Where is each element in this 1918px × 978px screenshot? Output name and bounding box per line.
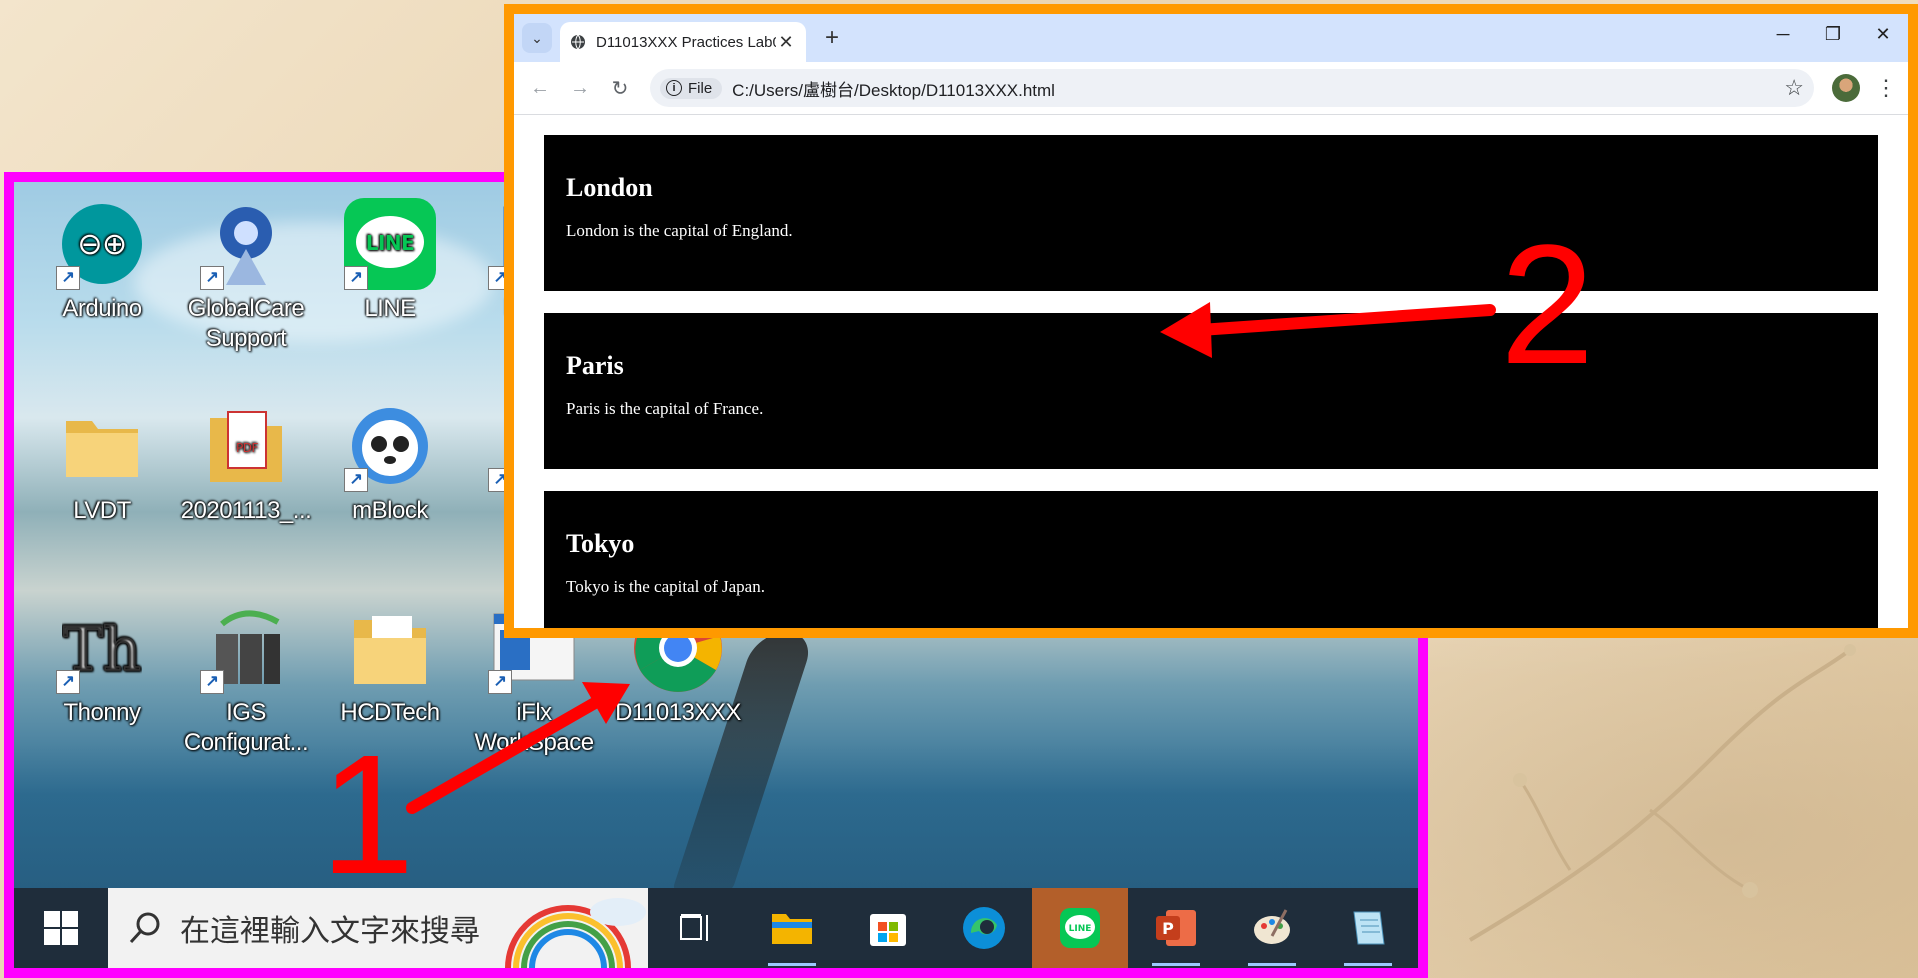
svg-text:⊖⊕: ⊖⊕ — [77, 227, 126, 262]
svg-text:PDF: PDF — [236, 441, 258, 455]
tab-strip: ⌄ D11013XXX Practices Lab019 ✕ + ─ ❐ ✕ — [514, 14, 1908, 62]
desktop-icon-globalcare[interactable]: ↗ GlobalCare Support — [176, 198, 316, 354]
city-heading: Tokyo — [566, 529, 635, 558]
city-card-london: London London is the capital of England. — [544, 135, 1878, 291]
tab-active[interactable]: D11013XXX Practices Lab019 ✕ — [560, 22, 806, 62]
back-button[interactable]: ← — [520, 68, 560, 108]
tab-close-icon[interactable]: ✕ — [776, 32, 796, 53]
window-controls: ─ ❐ ✕ — [1758, 14, 1908, 62]
background-branch-decoration — [1468, 644, 1856, 942]
browser-menu-icon[interactable]: ⋮ — [1874, 75, 1898, 101]
windows-icon — [44, 911, 78, 945]
tab-search-button[interactable]: ⌄ — [522, 23, 552, 53]
desktop-icon-lvdt[interactable]: LVDT — [32, 400, 172, 526]
svg-text:LINE: LINE — [1069, 924, 1092, 934]
file-explorer-button[interactable] — [744, 888, 840, 968]
arrow-right-icon: → — [570, 76, 590, 99]
line-icon: LINE ↗ — [344, 198, 436, 290]
desktop-icon-arduino[interactable]: ⊖⊕ ↗ Arduino — [32, 198, 172, 324]
chip-label: File — [688, 79, 713, 97]
city-description: London is the capital of England. — [566, 221, 793, 240]
city-heading: Paris — [566, 351, 624, 380]
url-text: C:/Users/盧樹台/Desktop/D11013XXX.html — [732, 80, 1055, 100]
reload-icon: ↻ — [611, 77, 629, 100]
store-button[interactable] — [840, 888, 936, 968]
close-window-button[interactable]: ✕ — [1858, 14, 1908, 54]
city-card-paris: Paris Paris is the capital of France. — [544, 313, 1878, 469]
mblock-icon: ↗ — [344, 400, 436, 492]
desktop-icon-thonny[interactable]: Th ↗ Thonny — [32, 602, 172, 728]
arrow-left-icon: ← — [530, 76, 550, 99]
globalcare-icon: ↗ — [200, 198, 292, 290]
powerpoint-button[interactable]: P — [1128, 888, 1224, 968]
restore-button[interactable]: ❐ — [1808, 14, 1858, 54]
city-description: Tokyo is the capital of Japan. — [566, 577, 765, 596]
taskbar: 在這裡輸入文字來搜尋 LINE P — [14, 888, 1418, 968]
notepad-icon — [1353, 911, 1385, 945]
desktop-icon-20201113[interactable]: PDF 20201113_... — [176, 400, 316, 526]
svg-text:P: P — [1162, 919, 1174, 938]
annotation-number-2: 2 — [1500, 210, 1595, 400]
page-content: London London is the capital of England.… — [514, 115, 1908, 628]
new-tab-button[interactable]: + — [818, 24, 846, 52]
arduino-icon: ⊖⊕ ↗ — [56, 198, 148, 290]
chevron-down-icon: ⌄ — [531, 29, 543, 46]
store-icon — [870, 914, 906, 946]
browser-window: ⌄ D11013XXX Practices Lab019 ✕ + ─ ❐ ✕ ←… — [504, 4, 1918, 638]
igs-icon: ↗ — [200, 602, 292, 694]
globe-icon — [571, 34, 585, 50]
reload-button[interactable]: ↻ — [600, 68, 640, 108]
line-taskbar-button[interactable]: LINE — [1032, 888, 1128, 968]
folder-icon — [56, 400, 148, 492]
forward-button[interactable]: → — [560, 68, 600, 108]
desktop-icon-igs[interactable]: ↗ IGS Configurat... — [176, 602, 316, 758]
search-placeholder: 在這裡輸入文字來搜尋 — [180, 915, 480, 948]
paint-icon — [1254, 909, 1290, 944]
thonny-icon: Th ↗ — [56, 602, 148, 694]
start-button[interactable] — [14, 888, 108, 968]
tab-title: D11013XXX Practices Lab019 — [596, 33, 776, 51]
pdf-folder-icon: PDF — [200, 400, 292, 492]
powerpoint-icon: P — [1156, 910, 1196, 946]
bookmark-star-icon[interactable]: ☆ — [1784, 75, 1804, 101]
browser-toolbar: ← → ↻ i File C:/Users/盧樹台/Desktop/D11013X… — [514, 62, 1908, 115]
rainbow-decoration — [505, 898, 646, 968]
info-icon: i — [666, 80, 682, 96]
line-icon: LINE — [1060, 908, 1100, 948]
city-heading: London — [566, 173, 653, 202]
task-view-icon — [680, 914, 708, 941]
desktop-icon-line[interactable]: LINE ↗ LINE — [320, 198, 460, 324]
search-icon — [129, 912, 160, 944]
annotation-number-1: 1 — [320, 720, 415, 910]
edge-icon — [963, 907, 1005, 949]
city-description: Paris is the capital of France. — [566, 399, 764, 418]
site-info-chip[interactable]: i File — [660, 77, 723, 99]
task-view-button[interactable] — [648, 888, 744, 968]
folder-icon — [344, 602, 436, 694]
address-bar[interactable]: i File C:/Users/盧樹台/Desktop/D11013XXX.htm… — [650, 69, 1814, 107]
minimize-button[interactable]: ─ — [1758, 14, 1808, 54]
edge-button[interactable] — [936, 888, 1032, 968]
paint-button[interactable] — [1224, 888, 1320, 968]
notepad-button[interactable] — [1320, 888, 1416, 968]
city-card-tokyo: Tokyo Tokyo is the capital of Japan. — [544, 491, 1878, 628]
file-explorer-icon — [772, 914, 812, 944]
profile-avatar[interactable] — [1832, 74, 1860, 102]
svg-text:LINE: LINE — [366, 231, 415, 255]
desktop-icon-hcdtech[interactable]: HCDTech — [320, 602, 460, 728]
desktop-icon-mblock[interactable]: ↗ mBlock — [320, 400, 460, 526]
